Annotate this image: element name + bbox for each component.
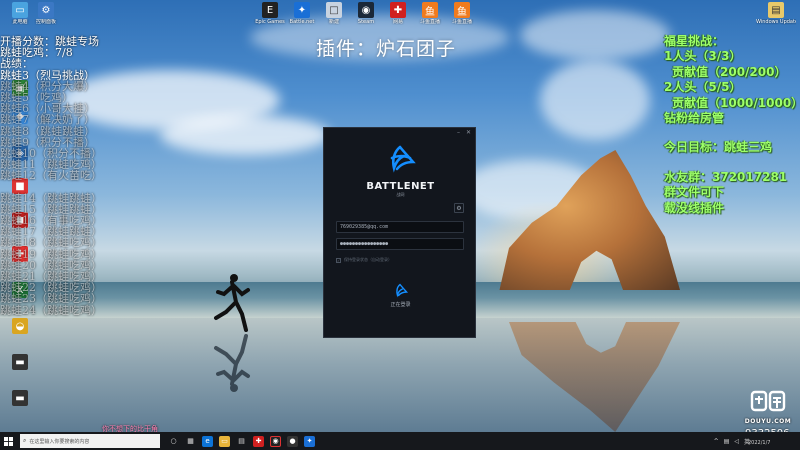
cloud [520, 10, 670, 60]
battlenet-logo-icon [390, 145, 416, 173]
login-status: 正在登录 [390, 302, 411, 308]
challenge-line: 2人头（5/5） [664, 80, 742, 95]
desktop-icon-left-9[interactable]: ▬ [0, 354, 40, 370]
store-icon[interactable]: ▤ [236, 436, 247, 447]
douyu-brand-text: DOUYU.COM [744, 418, 792, 425]
window-titlebar: – ✕ [324, 128, 475, 137]
region-globe-icon[interactable]: ⚙ [454, 203, 464, 213]
challenge-line: 1人头（3/3） [664, 49, 742, 64]
cloud [160, 115, 330, 155]
challenge-panel: 福星挑战： 1人头（3/3） 贡献值（200/200） 2人头（5/5） 贡献值… [664, 34, 800, 216]
network-icon[interactable]: ▤ [724, 438, 730, 445]
douyu-icon: 鱼 [422, 2, 438, 18]
netease-icon: ✚ [390, 2, 406, 18]
stats-line: 跳蛙23（跳蛙吃鸡） [0, 292, 102, 306]
taskbar: ⌕ 在这里输入你要搜索的内容 ○ ▦ e ▭ ▤ ✚ ◉ ● ✦ ^ ▤ ◁ 英 [0, 432, 800, 450]
edge-icon[interactable]: e [202, 435, 213, 447]
desktop-icon-left-8[interactable]: ◒ [0, 318, 40, 334]
stream-stats-panel: 开播分数：跳蛙专场 跳蛙吃鸡：7/8 战绩： 跳蛙3（烈马挑战） 跳蛙4（积分大… [0, 36, 102, 316]
stats-line: 跳蛙7（解决奶了） [0, 113, 95, 127]
taskbar-search-box[interactable]: ⌕ 在这里输入你要搜索的内容 [20, 434, 160, 448]
epic-icon: E [262, 2, 278, 18]
challenge-line: 贡献值（1000/1000） [672, 95, 800, 110]
battlenet-icon: ✦ [294, 2, 310, 18]
chevron-up-icon[interactable]: ^ [714, 438, 719, 445]
task-view-icon[interactable]: ○ [168, 436, 179, 447]
runner-silhouette [214, 274, 250, 332]
obs-icon[interactable]: ● [287, 435, 298, 447]
stats-line: 跳蛙24（跳蛙吃鸡） [0, 303, 102, 317]
battlenet-subtitle: 战网 [396, 192, 405, 197]
douyu-watermark: DOUYU.COM [744, 390, 792, 425]
stats-line: 跳蛙8（跳蛙跳蛙） [0, 124, 95, 138]
app-icon: ◒ [12, 318, 28, 334]
challenge-line: 贡献值（200/200） [672, 64, 787, 79]
douyu-icon: 鱼 [454, 2, 470, 18]
group-file-note: 载没线插件 [664, 200, 725, 215]
control-panel-icon: ⚙ [38, 2, 54, 18]
app-icon: ▬ [12, 354, 28, 370]
desktop-icon-label: 斗鱼直播 [451, 19, 472, 25]
desktop-icon-left-10[interactable]: ▬ [0, 390, 40, 406]
stats-line [0, 181, 102, 192]
stats-line: 跳蛙12（有火苗吃） [0, 169, 102, 183]
stats-line: 跳蛙18（跳蛙吃鸡） [0, 236, 102, 250]
challenge-line: 钻粉给房管 [664, 110, 725, 125]
document-icon: ▤ [768, 2, 784, 18]
volume-icon[interactable]: ◁ [734, 438, 739, 445]
file-icon: □ [326, 2, 342, 18]
desktop-icon-label: 控制面板 [35, 19, 56, 25]
fan-group: 水友群：372017281 [664, 169, 788, 184]
password-field[interactable]: ●●●●●●●●●●●●●●●● [336, 238, 464, 250]
group-file-note: 群文件可下 [664, 185, 725, 200]
battlenet-icon[interactable]: ✦ [304, 435, 315, 447]
remember-me-label: 保持登录状态（自动登录） [344, 257, 392, 262]
remember-me-checkbox[interactable]: ✓ 保持登录状态（自动登录） [336, 257, 392, 263]
windows-logo-icon [3, 436, 13, 446]
desktop-icon-douyu-2[interactable]: 鱼 斗鱼直播 [442, 2, 482, 25]
checkbox-icon[interactable]: ✓ [336, 257, 341, 263]
search-icon: ⌕ [23, 437, 27, 444]
steam-icon: ◉ [358, 2, 374, 18]
minimize-icon[interactable]: – [457, 129, 460, 136]
close-icon[interactable]: ✕ [466, 129, 471, 136]
widgets-icon[interactable]: ▦ [185, 436, 196, 447]
desktop-icon-control-panel[interactable]: ⚙ 控制面板 [26, 2, 66, 25]
app-icon: ▬ [12, 390, 28, 406]
battlenet-login-window: – ✕ BATTLENET 战网 ⚙ 769029385@qq.com ●●●●… [323, 127, 476, 338]
stats-line: 战绩： [0, 57, 33, 71]
start-button[interactable] [0, 432, 16, 450]
taskbar-apps: ○ ▦ e ▭ ▤ ✚ ◉ ● ✦ [168, 435, 315, 447]
battlenet-wordmark: BATTLENET [366, 181, 435, 192]
challenge-title: 福星挑战： [664, 34, 725, 48]
email-field[interactable]: 769029385@qq.com [336, 221, 464, 233]
desktop-icon-document[interactable]: ▤ Windows Update Bl... [756, 2, 796, 25]
runner-reflection [214, 334, 250, 392]
desktop-icon-label: Windows Update Bl... [756, 19, 796, 25]
daily-goal: 今日目标：跳蛙三鸡 [664, 140, 773, 155]
recorder-icon[interactable]: ◉ [270, 435, 281, 447]
loading-spinner-icon [396, 283, 408, 298]
cloud [540, 60, 650, 140]
taskbar-clock[interactable]: 2022/1/7 [748, 440, 770, 446]
plugin-title: 插件：炉石团子 [316, 38, 457, 60]
search-placeholder: 在这里输入你要搜索的内容 [29, 438, 90, 445]
douyu-logo-icon [750, 390, 786, 412]
system-tray: ^ ▤ ◁ 英 [714, 432, 750, 450]
file-explorer-icon[interactable]: ▭ [219, 435, 230, 447]
netease-icon[interactable]: ✚ [253, 435, 264, 447]
